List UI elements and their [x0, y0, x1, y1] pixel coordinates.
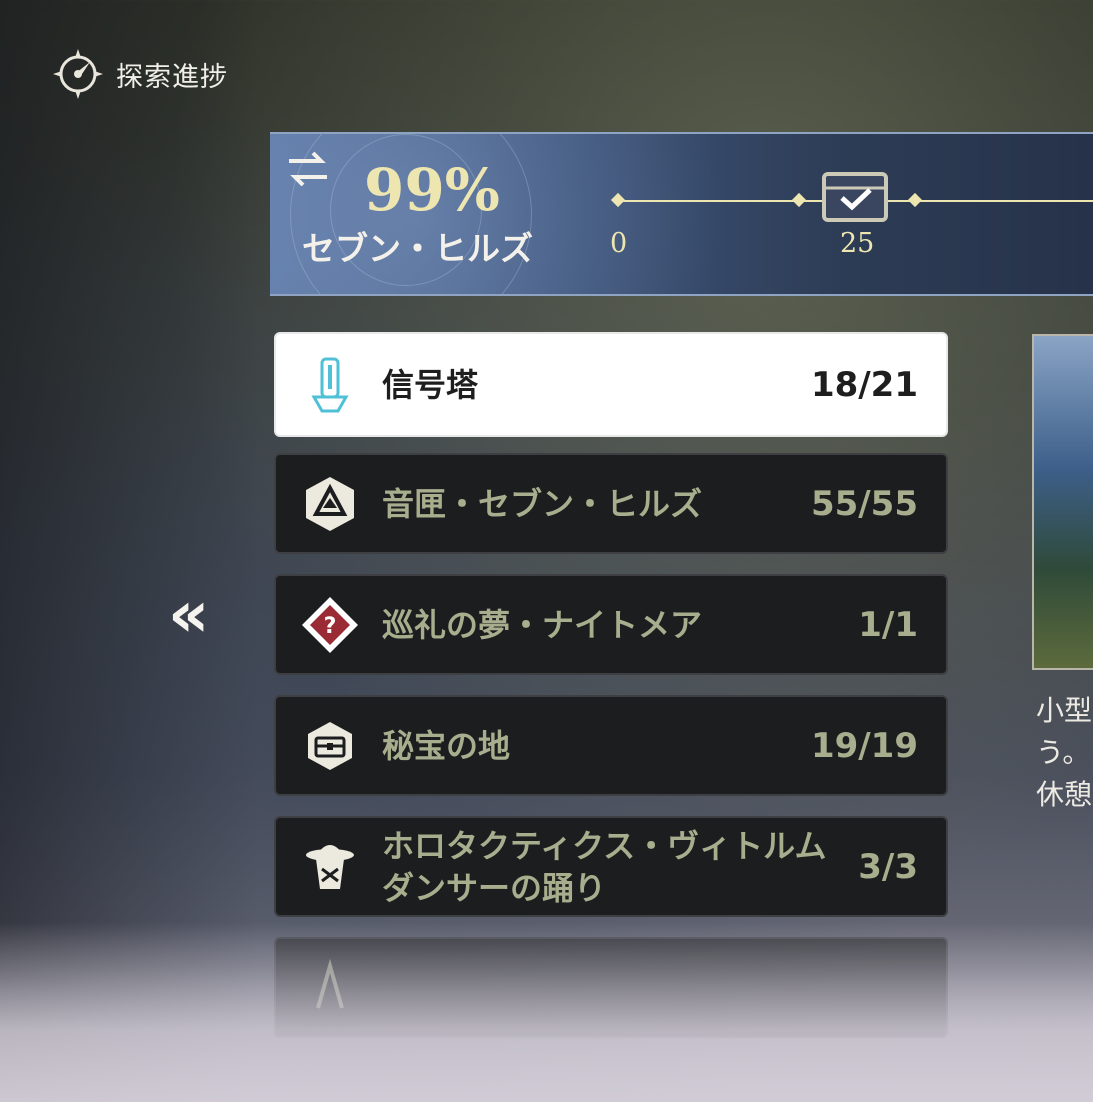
chest-check-icon[interactable] — [818, 170, 892, 226]
item-count: 1/1 — [858, 604, 918, 645]
swap-arrows-icon[interactable] — [285, 149, 331, 189]
dancer-hat-icon — [306, 844, 354, 889]
track-dot — [610, 192, 626, 208]
item-label: 秘宝の地 — [382, 726, 511, 765]
item-count: 19/19 — [810, 725, 918, 766]
item-count: 3/3 — [858, 846, 918, 887]
list-item-partial[interactable] — [274, 937, 948, 1038]
list-item-nightmare[interactable]: ? 巡礼の夢・ナイトメア 1/1 — [274, 574, 948, 675]
background-shade — [0, 0, 260, 1102]
item-label-line2: ダンサーの踊り — [382, 868, 607, 907]
item-label: 音匣・セブン・ヒルズ — [382, 484, 703, 523]
exploration-list: 信号塔 18/21 音匣・セブン・ヒルズ 55/55 ? 巡礼の夢・ナイトメア … — [274, 332, 948, 1058]
progress-percent: 99% — [364, 156, 500, 224]
item-label-line1: ホロタクティクス・ヴィトルム — [382, 826, 827, 865]
compass-icon — [53, 49, 103, 99]
milestone-label-0: 0 — [610, 228, 628, 259]
back-chevron-button[interactable]: « — [168, 578, 210, 652]
treasure-chest-icon — [308, 721, 352, 770]
location-preview-image — [1032, 334, 1093, 670]
milestone-label-25: 25 — [840, 228, 875, 259]
item-label: 信号塔 — [382, 365, 479, 404]
description-line: 休憩 — [1036, 778, 1093, 811]
list-item-signal-tower[interactable]: 信号塔 18/21 — [274, 332, 948, 437]
svg-text:?: ? — [324, 614, 337, 639]
item-count: 55/55 — [810, 483, 918, 524]
page-header: 探索進捗 — [50, 46, 228, 102]
sound-box-icon — [306, 476, 354, 531]
description-line: う。 — [1036, 736, 1091, 769]
page-title: 探索進捗 — [116, 61, 228, 93]
item-count: 18/21 — [810, 364, 918, 405]
track-dot — [791, 192, 807, 208]
region-name: セブン・ヒルズ — [302, 229, 533, 268]
list-item-sound-box[interactable]: 音匣・セブン・ヒルズ 55/55 — [274, 453, 948, 554]
item-label: 巡礼の夢・ナイトメア — [382, 605, 703, 644]
description-line: 小型 — [1036, 694, 1093, 727]
list-item-treasure[interactable]: 秘宝の地 19/19 — [274, 695, 948, 796]
track-dot — [907, 192, 923, 208]
list-item-holotactics[interactable]: ホロタクティクス・ヴィトルム ダンサーの踊り 3/3 — [274, 816, 948, 917]
item-label: ホロタクティクス・ヴィトルム ダンサーの踊り — [382, 825, 858, 909]
location-description: 小型 う。 休憩 — [1036, 690, 1092, 816]
partial-item-icon — [316, 958, 344, 1009]
exploration-progress-banner: 99% セブン・ヒルズ 0 25 — [270, 132, 1093, 296]
signal-tower-icon — [311, 357, 349, 412]
nightmare-question-icon: ? — [302, 596, 358, 653]
